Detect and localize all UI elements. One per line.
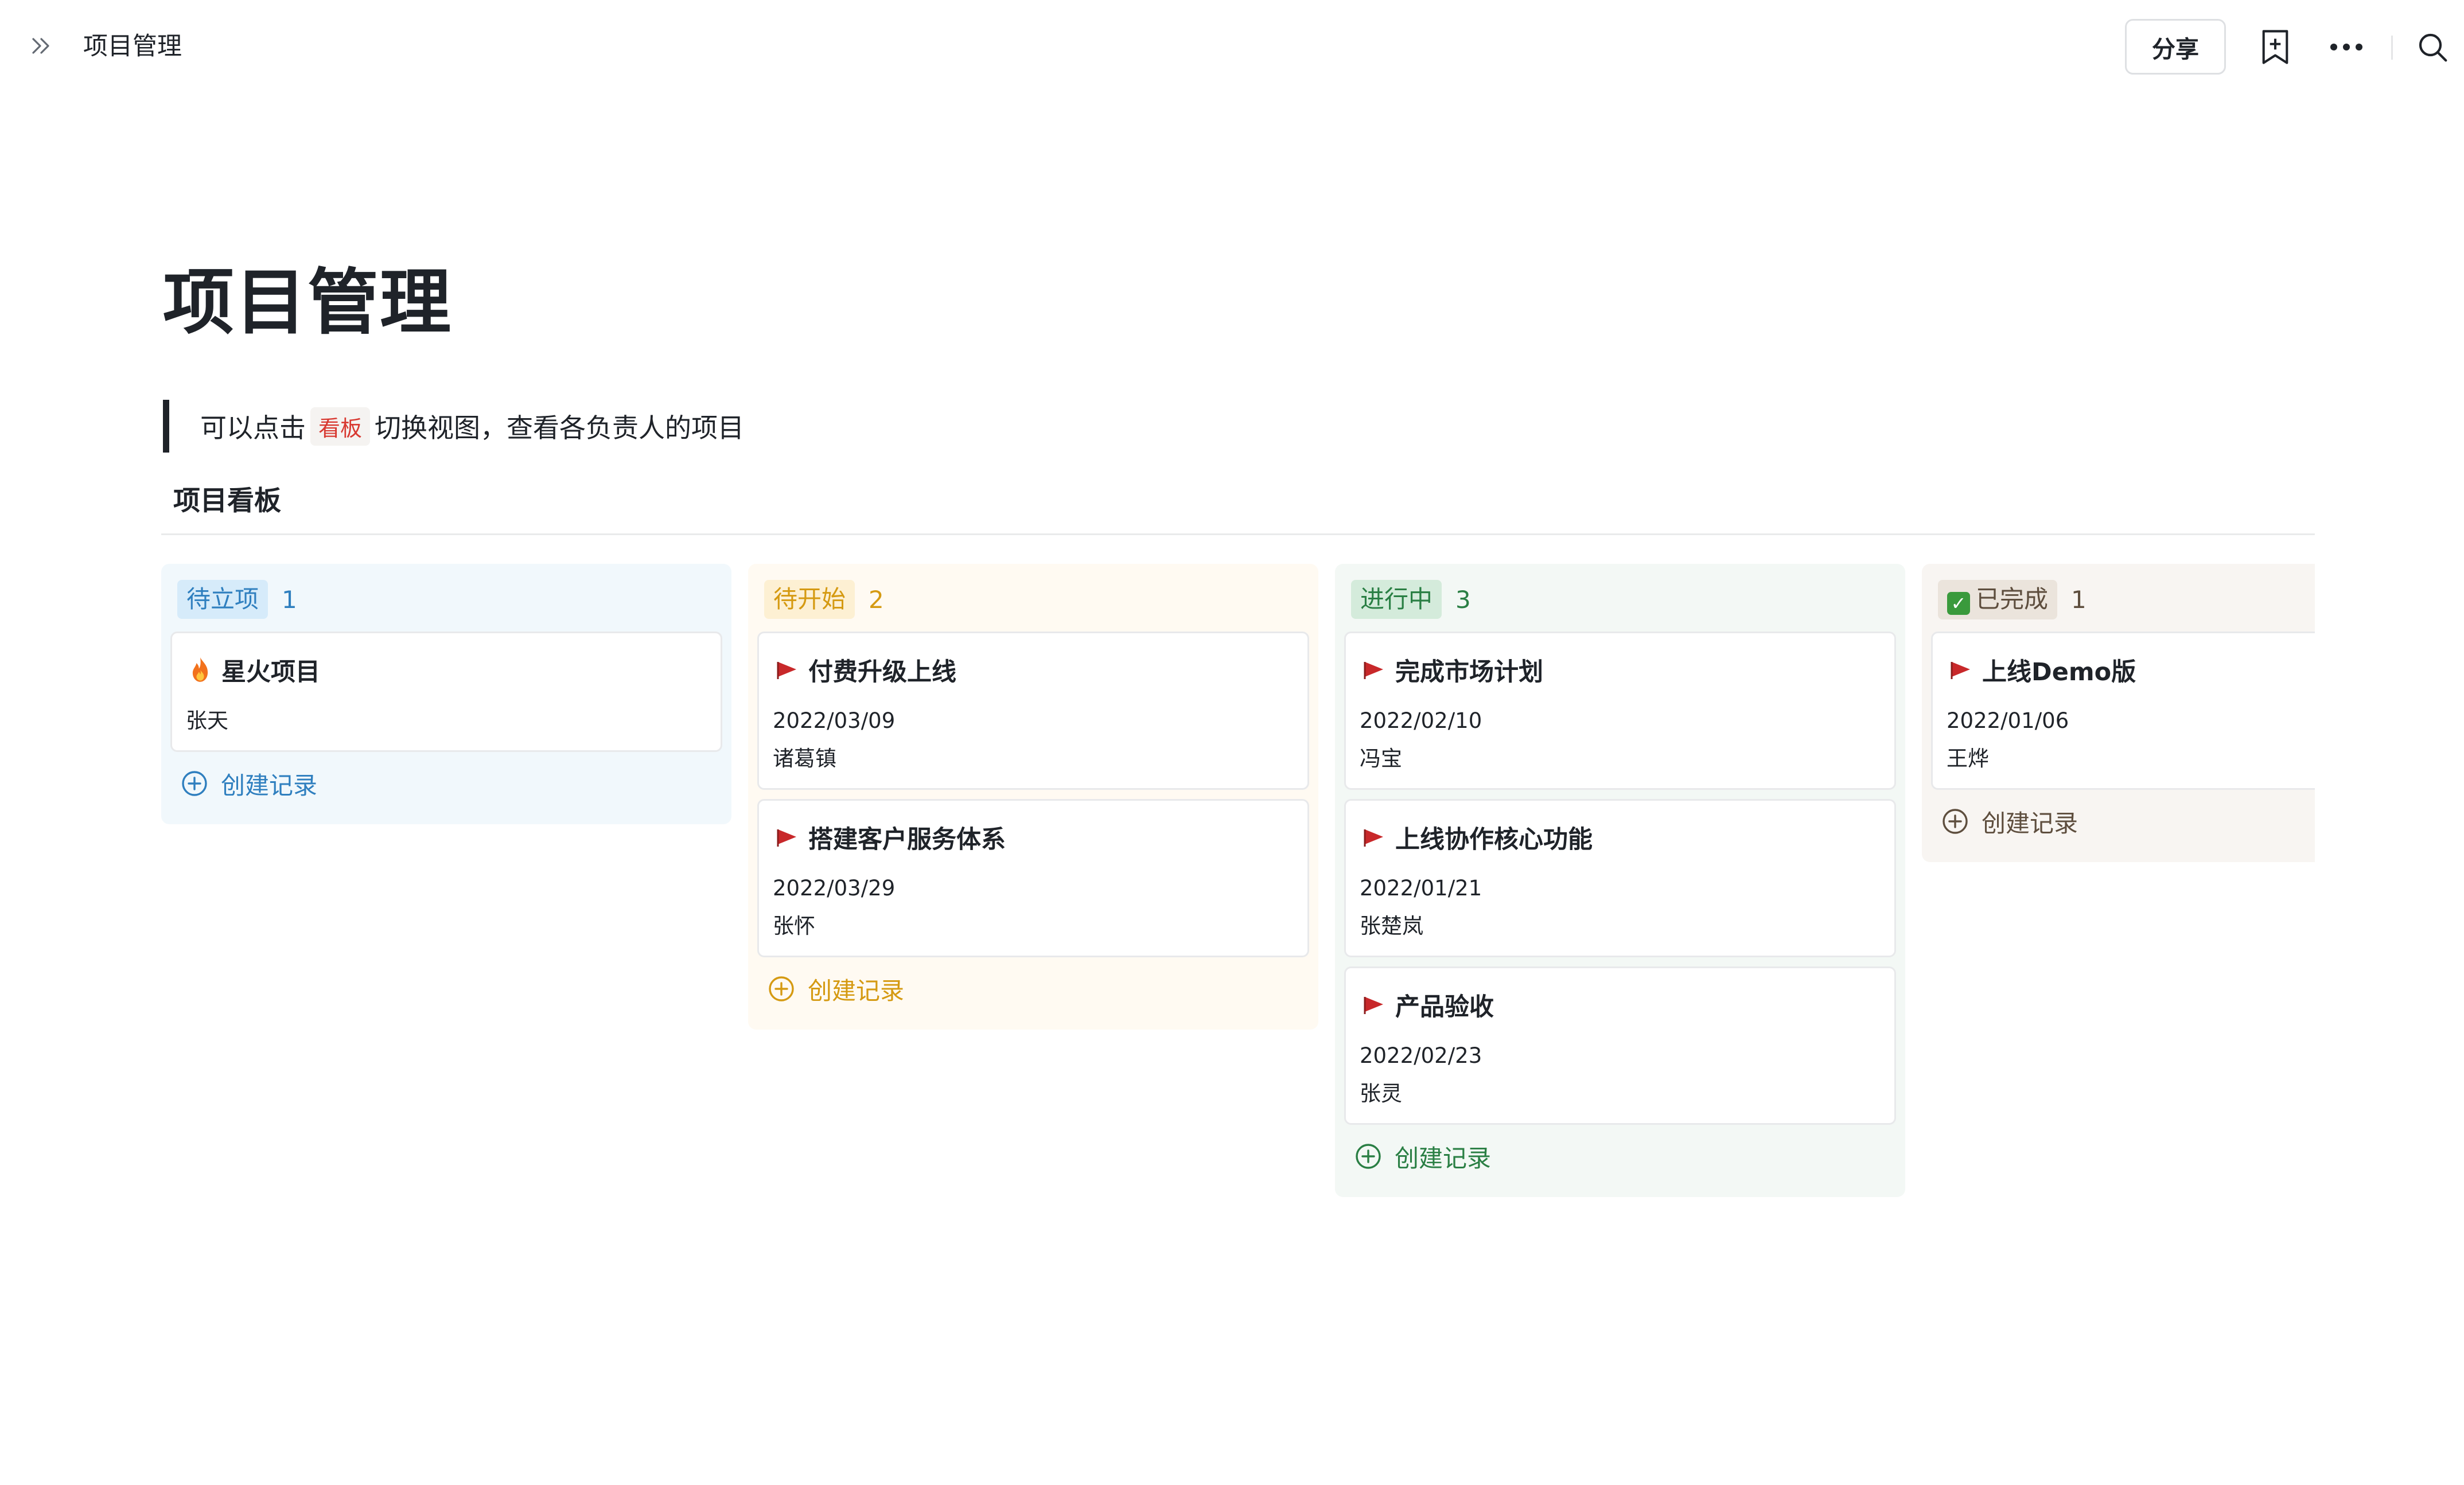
board-column: 进行中 3 完成市场计划 2022/02/10 冯宝上线协作核心功能 2022/01/21… [1335, 564, 1905, 1197]
status-tag: 待开始 [764, 580, 855, 619]
card-owner: 张楚岚 [1360, 914, 1423, 938]
add-record-button[interactable]: 创建记录 [181, 765, 722, 802]
red-flag-icon [1360, 823, 1388, 852]
record-card[interactable]: 星火项目张天 [170, 632, 722, 752]
add-page-button[interactable] [2253, 25, 2297, 69]
card-title-text: 上线协作核心功能 [1395, 825, 1593, 854]
card-title: 完成市场计划 [1360, 653, 1881, 687]
add-record-label: 创建记录 [1395, 1144, 1492, 1172]
add-record-label: 创建记录 [1982, 809, 2078, 837]
card-owner: 诸葛镇 [773, 746, 836, 771]
toolbar-divider [2391, 36, 2393, 60]
card-title: 上线协作核心功能 [1360, 820, 1881, 855]
quote-text-before: 可以点击 [200, 412, 306, 443]
card-owner: 张灵 [1360, 1081, 1402, 1106]
status-tag: 进行中 [1351, 580, 1442, 619]
column-header[interactable]: 待立项 1 [177, 579, 722, 620]
red-flag-icon [773, 823, 801, 852]
board-column: 待立项 1 星火项目张天创建记录 [161, 564, 731, 824]
board-column: 待开始 2 付费升级上线 2022/03/09 诸葛镇搭建客户服务体系 2022/03/2… [748, 564, 1318, 1030]
status-tag: ✓ 已完成 [1938, 579, 2058, 619]
board-name[interactable]: 项目看板 [173, 481, 281, 522]
add-record-button[interactable]: 创建记录 [1354, 1137, 1896, 1175]
card-title-text: 星火项目 [221, 658, 320, 687]
add-record-button[interactable]: 创建记录 [768, 970, 1309, 1008]
card-date: 2022/02/23 [1360, 1043, 1482, 1068]
add-page-icon [2262, 30, 2288, 64]
red-flag-icon [1360, 656, 1388, 684]
expand-sidebar-button[interactable] [25, 30, 57, 62]
status-label: 待开始 [773, 585, 846, 613]
record-card[interactable]: 上线协作核心功能 2022/01/21 张楚岚 [1344, 799, 1896, 957]
chevrons-right-icon [32, 38, 49, 54]
status-label: 待立项 [186, 585, 259, 613]
card-title-text: 付费升级上线 [808, 658, 956, 687]
card-date: 2022/01/06 [1947, 708, 2069, 733]
fire-icon [186, 656, 215, 684]
column-count: 1 [282, 585, 297, 614]
record-card[interactable]: 完成市场计划 2022/02/10 冯宝 [1344, 632, 1896, 790]
add-record-button[interactable]: 创建记录 [1941, 802, 2315, 840]
column-header[interactable]: 待开始 2 [764, 579, 1309, 620]
kanban-board: 待立项 1 星火项目张天创建记录 待开始 2 付费升级上线 2022/03/09 诸葛镇搭建客… [161, 564, 2315, 1309]
top-bar: 项目管理 分享 [0, 0, 2464, 95]
red-flag-icon [1360, 991, 1388, 1019]
quote-block[interactable]: 可以点击 看板 切换视图，查看各负责人的项目 [163, 400, 744, 453]
status-label: 进行中 [1360, 585, 1433, 613]
card-owner: 冯宝 [1360, 746, 1402, 771]
record-card[interactable]: 产品验收 2022/02/23 张灵 [1344, 966, 1896, 1125]
card-title-text: 完成市场计划 [1395, 658, 1543, 687]
status-label: 已完成 [1976, 584, 2049, 613]
add-record-label: 创建记录 [808, 976, 905, 1005]
status-tag: 待立项 [177, 580, 268, 619]
plus-circle-icon [768, 975, 808, 1003]
record-card[interactable]: 付费升级上线 2022/03/09 诸葛镇 [757, 632, 1309, 790]
more-button[interactable] [2325, 25, 2368, 69]
add-record-label: 创建记录 [221, 771, 318, 800]
board-divider [161, 533, 2315, 535]
plus-circle-icon [1941, 808, 1982, 835]
plus-circle-icon [181, 770, 221, 797]
red-flag-icon [773, 656, 801, 684]
breadcrumb-title[interactable]: 项目管理 [83, 30, 182, 63]
inline-code-kanban: 看板 [310, 407, 371, 446]
card-title: 产品验收 [1360, 988, 1881, 1022]
record-card[interactable]: 搭建客户服务体系 2022/03/29 张怀 [757, 799, 1309, 957]
red-flag-icon [1947, 656, 1975, 684]
card-title-text: 产品验收 [1395, 993, 1494, 1022]
app-window: 项目管理 分享 项目管理 可以点击 看板 切换视图，查看各负责人的项目 项目看板… [0, 0, 2464, 1485]
card-title: 搭建客户服务体系 [773, 820, 1294, 855]
quote-text-after: 切换视图，查看各负责人的项目 [375, 412, 745, 443]
record-card[interactable]: 上线Demo版 2022/01/06 王烨 [1931, 632, 2315, 790]
search-button[interactable] [2411, 25, 2454, 69]
card-date: 2022/01/21 [1360, 876, 1482, 901]
card-date: 2022/02/10 [1360, 708, 1482, 733]
share-button[interactable]: 分享 [2125, 19, 2226, 75]
card-owner: 王烨 [1947, 746, 1989, 771]
card-title: 付费升级上线 [773, 653, 1294, 687]
card-date: 2022/03/09 [773, 708, 896, 733]
card-title-text: 搭建客户服务体系 [808, 825, 1006, 854]
plus-circle-icon [1354, 1143, 1395, 1170]
card-title: 星火项目 [186, 653, 707, 687]
more-icon [2330, 44, 2362, 50]
card-owner: 张天 [186, 708, 228, 733]
card-title-text: 上线Demo版 [1982, 658, 2136, 687]
page-title[interactable]: 项目管理 [163, 257, 452, 349]
card-title: 上线Demo版 [1947, 653, 2315, 687]
column-count: 1 [2071, 585, 2087, 614]
column-header[interactable]: ✓ 已完成 1 [1938, 579, 2315, 620]
card-owner: 张怀 [773, 914, 815, 938]
column-count: 3 [1455, 585, 1471, 614]
board-column: ✓ 已完成 1 上线Demo版 2022/01/06 王烨创建记录 [1922, 564, 2315, 862]
column-header[interactable]: 进行中 3 [1351, 579, 1896, 620]
search-icon [2419, 33, 2447, 62]
card-date: 2022/03/29 [773, 876, 896, 901]
check-box-icon: ✓ [1947, 591, 1970, 615]
column-count: 2 [869, 585, 884, 614]
